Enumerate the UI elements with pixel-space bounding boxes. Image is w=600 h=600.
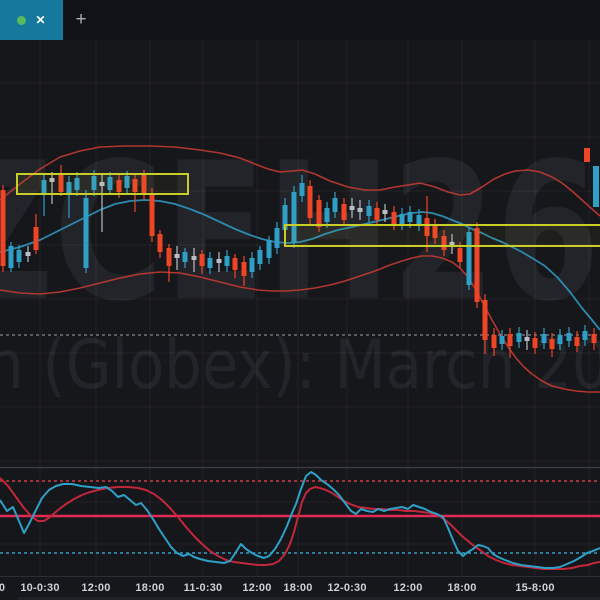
candle[interactable] (574, 337, 580, 346)
candle[interactable] (316, 200, 322, 227)
candle[interactable] (507, 334, 513, 346)
candle-edge-fragment (584, 148, 590, 162)
candle[interactable] (83, 198, 89, 268)
candle[interactable] (391, 212, 397, 224)
candle[interactable] (207, 258, 213, 268)
candle[interactable] (0, 190, 6, 266)
candle[interactable] (399, 214, 405, 224)
candle[interactable] (257, 250, 263, 264)
candle[interactable] (199, 254, 205, 266)
drawing-rectangle[interactable] (16, 173, 189, 195)
tab-status-dot-icon (17, 15, 27, 25)
candle[interactable] (157, 234, 163, 252)
trading-chart-window: ZCEH26Corn (Globex): March 2026 010-0:30… (0, 0, 600, 600)
candle[interactable] (174, 254, 180, 258)
candle[interactable] (274, 228, 280, 248)
candle[interactable] (16, 250, 22, 262)
candle[interactable] (182, 252, 188, 262)
candle[interactable] (33, 227, 39, 250)
drawing-rectangle[interactable] (284, 224, 600, 247)
candle[interactable] (491, 335, 497, 348)
candle[interactable] (341, 204, 347, 220)
candle[interactable] (249, 258, 255, 272)
candle[interactable] (25, 252, 31, 256)
candle[interactable] (557, 335, 563, 344)
candle[interactable] (299, 183, 305, 196)
candle[interactable] (241, 262, 247, 276)
candle[interactable] (582, 331, 588, 340)
candle[interactable] (266, 240, 272, 258)
new-tab-button[interactable]: + (63, 0, 99, 40)
candle[interactable] (349, 206, 355, 210)
tab-chart[interactable]: ✕ (0, 0, 63, 40)
candle[interactable] (541, 334, 547, 343)
candle-edge-fragment (593, 166, 599, 207)
candle[interactable] (382, 210, 388, 214)
candle[interactable] (224, 256, 230, 266)
candle[interactable] (374, 208, 380, 220)
candle[interactable] (307, 186, 313, 218)
candle[interactable] (407, 212, 413, 222)
tab-close-icon[interactable]: ✕ (35, 14, 45, 26)
candle[interactable] (357, 208, 363, 212)
candle[interactable] (166, 248, 172, 266)
candle[interactable] (332, 198, 338, 212)
candle[interactable] (566, 333, 572, 341)
candle[interactable] (149, 193, 155, 236)
candle[interactable] (516, 333, 522, 342)
candle[interactable] (8, 246, 14, 268)
chart-canvas[interactable]: ZCEH26Corn (Globex): March 2026 (0, 0, 600, 600)
candle[interactable] (499, 336, 505, 344)
candle[interactable] (191, 256, 197, 260)
candle[interactable] (416, 215, 422, 225)
candle[interactable] (482, 300, 488, 340)
candle[interactable] (532, 338, 538, 348)
candle[interactable] (549, 339, 555, 349)
candle[interactable] (457, 248, 463, 262)
candle[interactable] (591, 334, 597, 343)
candle[interactable] (366, 206, 372, 216)
candle[interactable] (232, 258, 238, 270)
candle[interactable] (216, 259, 222, 263)
tab-bar: ✕ + (0, 0, 600, 40)
candle[interactable] (324, 208, 330, 222)
candle[interactable] (524, 337, 530, 341)
